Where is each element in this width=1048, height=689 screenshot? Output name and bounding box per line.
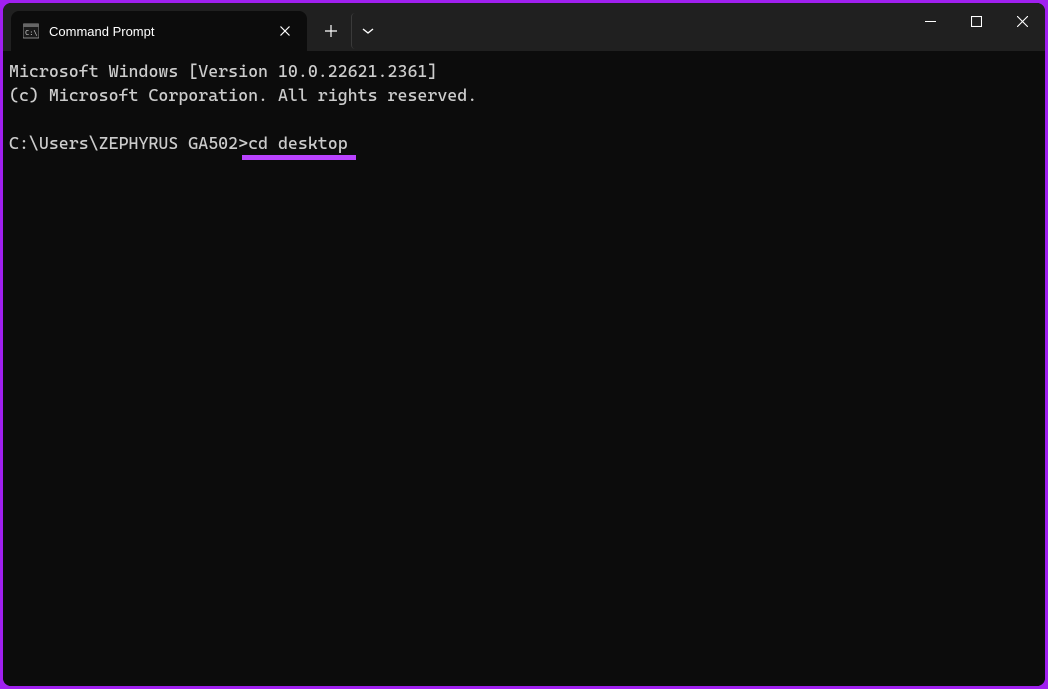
titlebar-actions bbox=[309, 11, 383, 51]
close-button[interactable] bbox=[999, 3, 1045, 39]
tab-active[interactable]: C:\ Command Prompt bbox=[11, 11, 307, 51]
terminal-line-1: Microsoft Windows [Version 10.0.22621.23… bbox=[9, 61, 437, 81]
maximize-button[interactable] bbox=[953, 3, 999, 39]
cmd-icon: C:\ bbox=[23, 23, 39, 39]
terminal-line-2: (c) Microsoft Corporation. All rights re… bbox=[9, 85, 477, 105]
command-highlight bbox=[242, 155, 356, 160]
minimize-button[interactable] bbox=[907, 3, 953, 39]
tab-close-button[interactable] bbox=[275, 21, 295, 41]
typed-command: cd desktop bbox=[248, 133, 348, 153]
titlebar: C:\ Command Prompt bbox=[3, 3, 1045, 51]
terminal-window: C:\ Command Prompt bbox=[3, 3, 1045, 686]
new-tab-button[interactable] bbox=[313, 13, 349, 49]
svg-text:C:\: C:\ bbox=[25, 29, 38, 37]
window-controls bbox=[907, 3, 1045, 43]
prompt-path: C:\Users\ZEPHYRUS GA502> bbox=[9, 133, 248, 153]
tab-dropdown-button[interactable] bbox=[351, 13, 383, 49]
tab-title: Command Prompt bbox=[49, 24, 275, 39]
prompt-line: C:\Users\ZEPHYRUS GA502>cd desktop bbox=[9, 131, 348, 155]
terminal-output[interactable]: Microsoft Windows [Version 10.0.22621.23… bbox=[3, 51, 1045, 686]
